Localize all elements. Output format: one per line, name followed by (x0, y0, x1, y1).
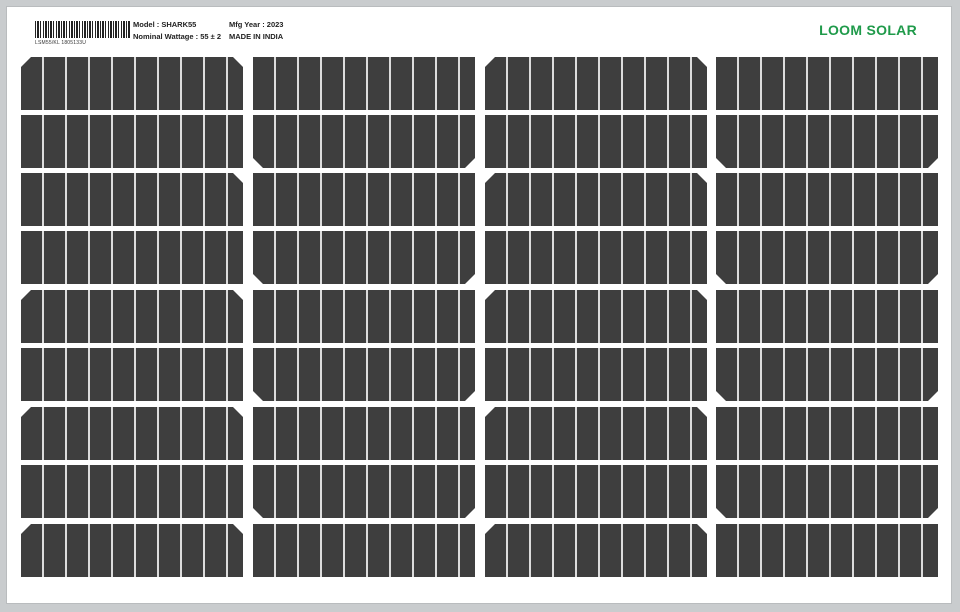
solar-cell-row-9-col-4 (716, 524, 938, 577)
solar-cell-row-1-col-1 (21, 57, 243, 110)
solar-cell-row-5-col-1 (21, 290, 243, 343)
solar-cell-row-5-col-4 (716, 290, 938, 343)
solar-cell-row-6-col-4 (716, 348, 938, 401)
solar-cell-row-2-col-1 (21, 115, 243, 168)
solar-cell-row-7-col-4 (716, 407, 938, 460)
solar-cell-row-6-col-3 (485, 348, 707, 401)
solar-cell-row-5-col-3 (485, 290, 707, 343)
solar-cell-row-9-col-2 (253, 524, 475, 577)
solar-cell-row-2-col-4 (716, 115, 938, 168)
solar-cell-row-7-col-1 (21, 407, 243, 460)
solar-cell-row-2-col-3 (485, 115, 707, 168)
solar-cell-row-8-col-1 (21, 465, 243, 518)
solar-cell-row-9-col-1 (21, 524, 243, 577)
solar-cell-row-8-col-2 (253, 465, 475, 518)
solar-cell-row-8-col-4 (716, 465, 938, 518)
solar-cell-row-4-col-4 (716, 231, 938, 284)
cell-grid (7, 7, 953, 605)
solar-cell-row-7-col-2 (253, 407, 475, 460)
solar-cell-row-5-col-2 (253, 290, 475, 343)
solar-panel: LSM55/KL 1805133U Model : SHARK55 Nomina… (6, 6, 952, 604)
solar-cell-row-2-col-2 (253, 115, 475, 168)
solar-cell-row-4-col-2 (253, 231, 475, 284)
solar-cell-row-1-col-3 (485, 57, 707, 110)
solar-cell-row-1-col-4 (716, 57, 938, 110)
solar-cell-row-8-col-3 (485, 465, 707, 518)
solar-cell-row-6-col-1 (21, 348, 243, 401)
solar-cell-row-9-col-3 (485, 524, 707, 577)
solar-cell-row-4-col-1 (21, 231, 243, 284)
solar-cell-row-4-col-3 (485, 231, 707, 284)
solar-cell-row-6-col-2 (253, 348, 475, 401)
solar-cell-row-7-col-3 (485, 407, 707, 460)
solar-cell-row-3-col-1 (21, 173, 243, 226)
solar-cell-row-3-col-3 (485, 173, 707, 226)
solar-cell-row-3-col-4 (716, 173, 938, 226)
solar-cell-row-1-col-2 (253, 57, 475, 110)
solar-cell-row-3-col-2 (253, 173, 475, 226)
